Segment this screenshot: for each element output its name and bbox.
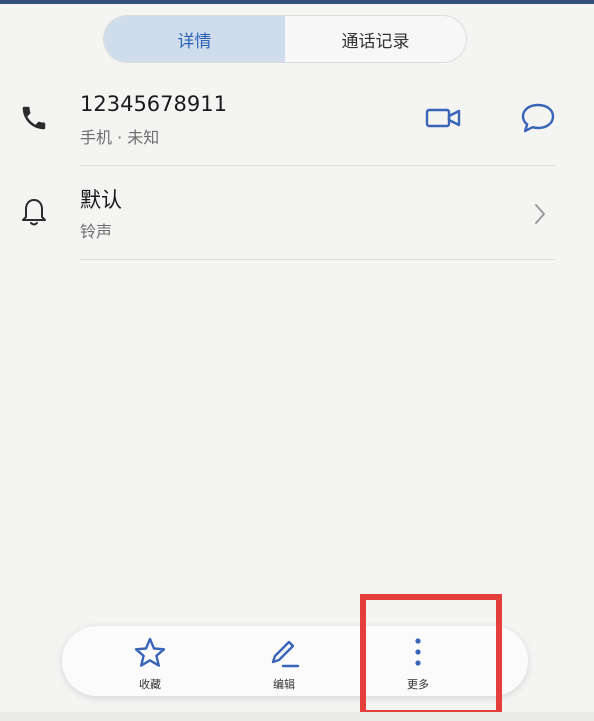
phone-number: 12345678911 — [80, 92, 227, 116]
favorite-label: 收藏 — [139, 678, 161, 691]
favorite-button[interactable]: 收藏 — [105, 626, 195, 696]
bottom-strip — [0, 712, 594, 721]
edit-label: 编辑 — [273, 678, 295, 691]
row-divider — [80, 165, 556, 166]
highlight-box — [360, 594, 502, 716]
segmented-tabs: 详情 通话记录 — [104, 16, 466, 62]
bell-icon — [14, 192, 54, 232]
tab-call-log[interactable]: 通话记录 — [285, 16, 466, 62]
phone-number-row[interactable]: 12345678911 手机 · 未知 — [0, 84, 594, 166]
message-icon[interactable] — [516, 98, 560, 138]
ringtone-value: 默认 — [80, 188, 122, 212]
phone-number-type: 手机 · 未知 — [80, 128, 160, 147]
pencil-icon — [267, 636, 301, 670]
row-divider — [80, 259, 556, 260]
star-icon — [133, 636, 167, 670]
edit-button[interactable]: 编辑 — [239, 626, 329, 696]
tab-details[interactable]: 详情 — [104, 16, 285, 62]
ringtone-row[interactable]: 默认 铃声 — [0, 170, 594, 260]
status-edge — [0, 0, 594, 4]
phone-icon — [14, 98, 54, 138]
chevron-right-icon — [518, 194, 562, 234]
video-call-icon[interactable] — [422, 98, 466, 138]
ringtone-label: 铃声 — [80, 222, 113, 241]
